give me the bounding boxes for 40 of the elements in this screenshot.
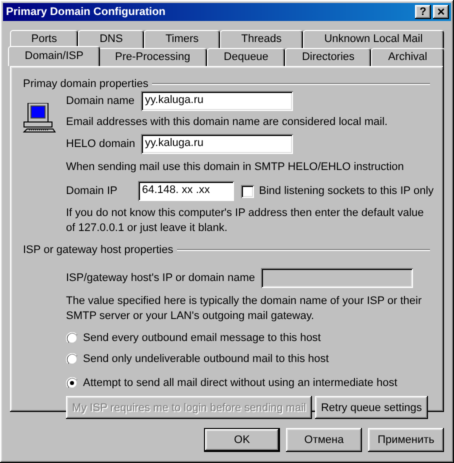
- field-label: Domain name: [66, 95, 136, 107]
- tab[interactable]: DNS: [78, 30, 144, 48]
- retry-settings-button[interactable]: Retry queue settings: [314, 396, 428, 419]
- help-text: When sending mail use this domain in SMTP HELO/EHLO instruction: [66, 160, 405, 175]
- tab[interactable]: Pre-Processing: [98, 48, 207, 66]
- radio-label[interactable]: Attempt to send all mail direct without using an intermediate host: [83, 376, 398, 388]
- help-text: SMTP server or your LAN's outgoing mail gateway.: [66, 309, 316, 324]
- radio-button[interactable]: [66, 376, 78, 388]
- help-text: of 127.0.0.1 or just leave it blank.: [66, 221, 228, 236]
- help-text: If you do not know this computer's IP address then enter the default value: [66, 206, 425, 221]
- section-heading: Primay domain properties: [23, 78, 148, 90]
- field-label: ISP/gateway host's IP or domain name: [66, 272, 255, 284]
- cancel-button[interactable]: Отмена: [286, 428, 362, 452]
- close-button[interactable]: ×: [433, 5, 449, 19]
- help-text: Email addresses with this domain name are considered local mail.: [66, 115, 389, 130]
- computer-icon: [23, 103, 56, 133]
- tab[interactable]: Archival: [371, 48, 444, 66]
- help-button[interactable]: ?: [415, 5, 431, 19]
- domain-name-field[interactable]: yy.kaluga.ru: [141, 91, 293, 111]
- section-heading: ISP or gateway host properties: [23, 244, 174, 256]
- tab[interactable]: Dequeue: [207, 48, 286, 66]
- apply-button[interactable]: Применить: [368, 428, 444, 452]
- field-label: Domain IP: [66, 185, 118, 197]
- tab[interactable]: Unknown Local Mail: [302, 30, 444, 48]
- field-label: HELO domain: [66, 138, 136, 150]
- domain-ip-field[interactable]: 64.148. xx .xx: [138, 181, 234, 201]
- help-text: The value specified here is typically the domain name of your ISP or their: [66, 294, 423, 309]
- ok-button[interactable]: OK: [204, 428, 280, 452]
- helo-domain-field[interactable]: yy.kaluga.ru: [141, 134, 293, 154]
- radio-button[interactable]: [66, 352, 78, 364]
- tab[interactable]: Domain/ISP: [8, 46, 100, 66]
- tab[interactable]: Directories: [285, 48, 372, 66]
- radio-label[interactable]: Send only undeliverable outbound mail to this host: [83, 352, 329, 364]
- checkbox[interactable]: [241, 184, 254, 198]
- checkbox-label[interactable]: Bind listening sockets to this IP only: [259, 185, 434, 197]
- tab[interactable]: Timers: [144, 30, 220, 48]
- window-title: Primary Domain Configuration: [6, 6, 167, 18]
- radio-label[interactable]: Send every outbound email message to this host: [83, 332, 321, 344]
- tab[interactable]: Threads: [220, 30, 303, 48]
- radio-button[interactable]: [66, 332, 78, 344]
